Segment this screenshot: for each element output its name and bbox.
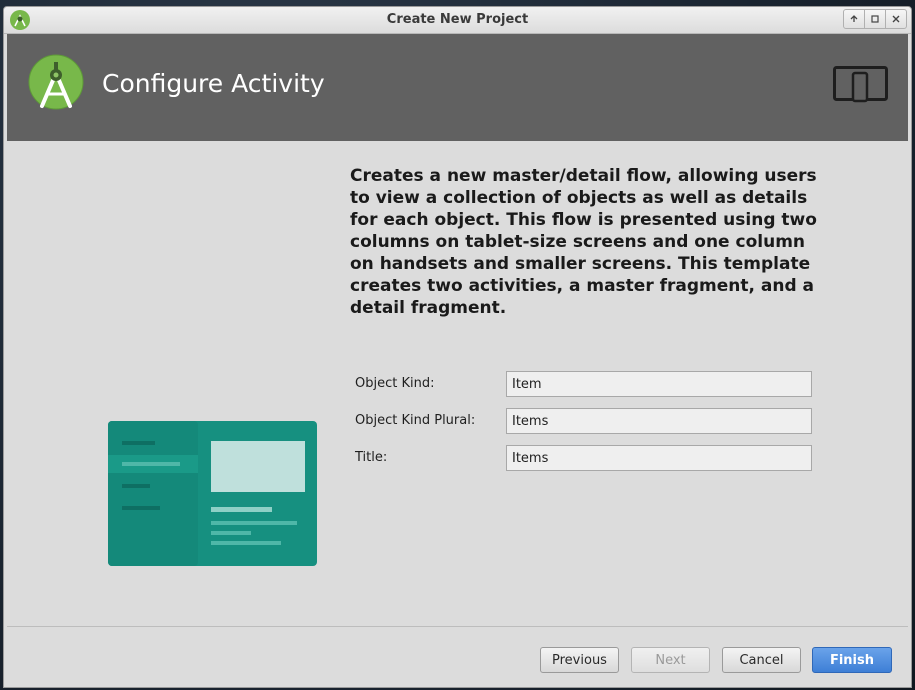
previous-button[interactable]: Previous (540, 647, 619, 673)
close-button[interactable] (885, 9, 907, 29)
cancel-button[interactable]: Cancel (722, 647, 801, 673)
close-icon (892, 15, 900, 23)
wizard-content: Creates a new master/detail flow, allowi… (7, 141, 908, 626)
wizard-header: Configure Activity (7, 34, 908, 141)
next-button[interactable]: Next (631, 647, 710, 673)
window-titlebar[interactable]: Create New Project (4, 7, 911, 34)
tablet-phone-icon (833, 66, 888, 103)
window-title: Create New Project (386, 12, 529, 27)
object-kind-row: Object Kind: (355, 371, 815, 397)
object-kind-label: Object Kind: (355, 376, 435, 391)
maximize-button[interactable] (864, 9, 886, 29)
object-kind-plural-input[interactable] (506, 408, 812, 434)
create-new-project-dialog: Create New Project Configure Activity Cr… (3, 6, 912, 688)
finish-button[interactable]: Finish (812, 647, 892, 673)
template-description: Creates a new master/detail flow, allowi… (350, 166, 817, 318)
title-row: Title: (355, 445, 815, 471)
master-detail-template-preview (108, 421, 317, 566)
minimize-icon (850, 15, 858, 22)
minimize-button[interactable] (843, 9, 865, 29)
object-kind-plural-label: Object Kind Plural: (355, 413, 476, 428)
object-kind-input[interactable] (506, 371, 812, 397)
title-input[interactable] (506, 445, 812, 471)
object-kind-plural-row: Object Kind Plural: (355, 408, 815, 434)
android-studio-icon (28, 54, 84, 110)
title-label: Title: (355, 450, 388, 465)
page-title: Configure Activity (102, 69, 325, 98)
footer-divider (7, 626, 908, 627)
window-controls (843, 9, 907, 29)
maximize-icon (871, 15, 879, 23)
